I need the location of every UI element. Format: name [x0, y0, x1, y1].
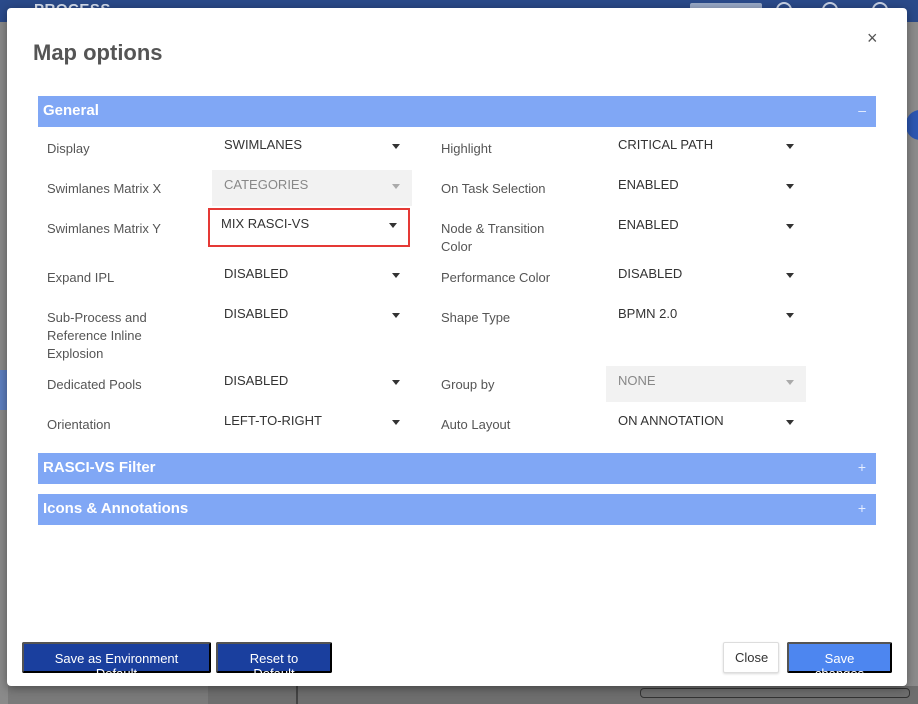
node-transition-color-value: ENABLED — [618, 217, 679, 232]
label-group-by: Group by — [441, 377, 495, 392]
performance-color-select[interactable]: DISABLED — [606, 259, 806, 295]
dedicated-pools-value: DISABLED — [224, 373, 289, 388]
close-button[interactable]: Close — [723, 642, 779, 673]
label-expand-ipl: Expand IPL — [47, 270, 115, 285]
orientation-select[interactable]: LEFT-TO-RIGHT — [212, 406, 412, 442]
label-auto-layout: Auto Layout — [441, 417, 511, 432]
label-swimlanes-matrix-x: Swimlanes Matrix X — [47, 181, 162, 196]
caret-down-icon — [392, 420, 400, 425]
group-by-select: NONE — [606, 366, 806, 402]
label-performance-color: Performance Color — [441, 270, 551, 285]
label-node-transition-color: Node & Transition Color — [441, 221, 545, 254]
caret-down-icon — [786, 184, 794, 189]
close-icon[interactable]: × — [867, 28, 878, 49]
section-icons-annotations-header[interactable]: Icons & Annotations + — [38, 494, 876, 525]
section-rasci-filter-label: RASCI-VS Filter — [43, 459, 156, 476]
section-general-header[interactable]: General – — [38, 96, 876, 127]
shape-type-select[interactable]: BPMN 2.0 — [606, 299, 806, 335]
shape-type-value: BPMN 2.0 — [618, 306, 678, 321]
sub-process-explosion-select[interactable]: DISABLED — [212, 299, 412, 335]
background-canvas-line — [296, 686, 298, 704]
label-swimlanes-matrix-y: Swimlanes Matrix Y — [47, 221, 161, 236]
dedicated-pools-select[interactable]: DISABLED — [212, 366, 412, 402]
on-task-selection-select[interactable]: ENABLED — [606, 170, 806, 206]
group-by-value: NONE — [618, 373, 656, 388]
expand-icon[interactable]: + — [858, 500, 866, 516]
sub-process-explosion-value: DISABLED — [224, 306, 289, 321]
expand-icon[interactable]: + — [858, 459, 866, 475]
caret-down-icon — [392, 184, 400, 189]
caret-down-icon — [392, 144, 400, 149]
performance-color-value: DISABLED — [618, 266, 683, 281]
on-task-selection-value: ENABLED — [618, 177, 679, 192]
expand-ipl-select[interactable]: DISABLED — [212, 259, 412, 295]
display-select[interactable]: SWIMLANES — [212, 130, 412, 166]
swimlanes-matrix-y-value: MIX RASCI-VS — [221, 216, 310, 231]
map-options-modal: Map options × General – Display SWIMLANE… — [7, 8, 907, 686]
swimlanes-matrix-x-select: CATEGORIES — [212, 170, 412, 206]
modal-title: Map options — [33, 40, 163, 65]
highlight-select[interactable]: CRITICAL PATH — [606, 130, 806, 166]
label-orientation: Orientation — [47, 417, 111, 432]
section-general-label: General — [43, 102, 99, 119]
save-as-environment-default-button[interactable]: Save as Environment Default — [22, 642, 211, 681]
auto-layout-value: ON ANNOTATION — [618, 413, 724, 428]
caret-down-icon — [389, 223, 397, 228]
label-display: Display — [47, 141, 90, 156]
display-select-value: SWIMLANES — [224, 137, 303, 152]
auto-layout-select[interactable]: ON ANNOTATION — [606, 406, 806, 442]
label-sub-process-explosion: Sub-Process and Reference Inline Explosi… — [47, 310, 147, 361]
orientation-value: LEFT-TO-RIGHT — [224, 413, 322, 428]
highlight-value: CRITICAL PATH — [618, 137, 714, 152]
section-rasci-filter-header[interactable]: RASCI-VS Filter + — [38, 453, 876, 484]
caret-down-icon — [392, 313, 400, 318]
label-on-task-selection: On Task Selection — [441, 181, 546, 196]
save-changes-button[interactable]: Save changes — [787, 642, 892, 681]
caret-down-icon — [786, 144, 794, 149]
caret-down-icon — [392, 380, 400, 385]
label-highlight: Highlight — [441, 141, 492, 156]
collapse-icon[interactable]: – — [858, 102, 866, 118]
swimlanes-matrix-y-select[interactable]: MIX RASCI-VS — [208, 208, 410, 247]
caret-down-icon — [786, 380, 794, 385]
caret-down-icon — [786, 420, 794, 425]
node-transition-color-select[interactable]: ENABLED — [606, 210, 806, 246]
label-dedicated-pools: Dedicated Pools — [47, 377, 142, 392]
section-icons-annotations-label: Icons & Annotations — [43, 500, 189, 517]
expand-ipl-value: DISABLED — [224, 266, 289, 281]
background-canvas-box — [640, 688, 910, 698]
caret-down-icon — [786, 313, 794, 318]
caret-down-icon — [786, 273, 794, 278]
caret-down-icon — [786, 224, 794, 229]
caret-down-icon — [392, 273, 400, 278]
swimlanes-matrix-x-value: CATEGORIES — [224, 177, 309, 192]
label-shape-type: Shape Type — [441, 310, 511, 325]
reset-to-default-button[interactable]: Reset to Default — [216, 642, 332, 681]
